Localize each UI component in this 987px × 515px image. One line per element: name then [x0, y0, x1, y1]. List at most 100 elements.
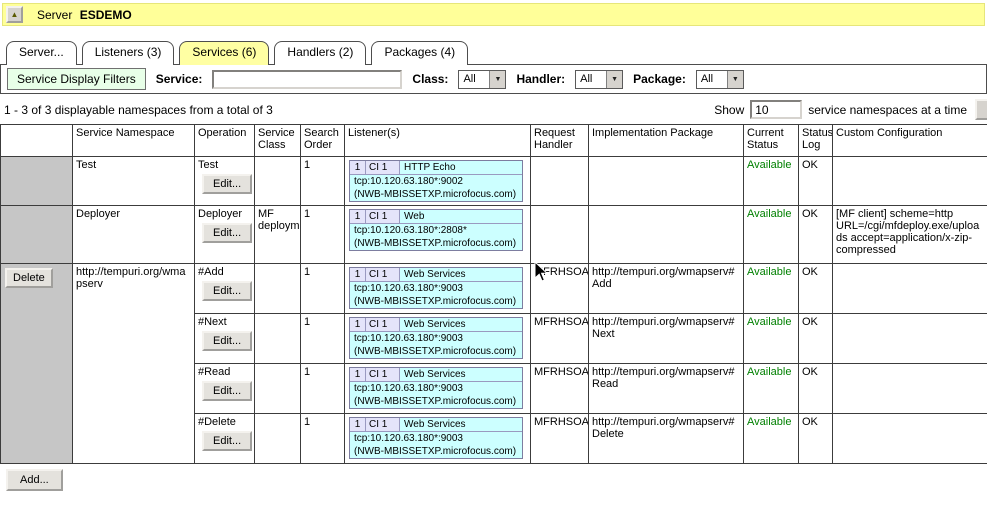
listener-name: HTTP Echo — [400, 161, 522, 174]
edit-button[interactable]: Edit... — [202, 174, 252, 194]
custom-configuration-cell — [833, 364, 987, 414]
edit-button[interactable]: Edit... — [202, 431, 252, 451]
listener-index: 1 — [350, 268, 366, 281]
listener-box: 1 CI 1 HTTP Echo tcp:10.120.63.180*:9002… — [349, 160, 523, 202]
package-filter-select[interactable]: All ▼ — [696, 70, 744, 89]
service-class-cell: MF deployment — [255, 206, 301, 264]
search-order-cell: 1 — [301, 157, 345, 206]
handler-filter-select[interactable]: All ▼ — [575, 70, 623, 89]
services-table: Service Namespace Operation Service Clas… — [0, 124, 987, 464]
listener-box: 1 CI 1 Web tcp:10.120.63.180*:2808* (NWB… — [349, 209, 523, 251]
tab-server[interactable]: Server... — [6, 41, 77, 65]
tab-services[interactable]: Services (6) — [179, 41, 269, 65]
edge-button[interactable] — [975, 99, 987, 120]
chevron-down-icon: ▼ — [606, 71, 622, 88]
custom-configuration-cell — [833, 264, 987, 314]
custom-configuration-cell: [MF client] scheme=http URL=/cgi/mfdeplo… — [833, 206, 987, 264]
collapse-button[interactable]: ▲ — [6, 6, 23, 23]
operation-name: #Next — [198, 316, 251, 328]
edit-button[interactable]: Edit... — [202, 381, 252, 401]
col-header-search-order: Search Order — [301, 125, 345, 157]
custom-configuration-cell — [833, 157, 987, 206]
package-filter-value: All — [697, 71, 727, 88]
col-header-custom-configuration: Custom Configuration — [833, 125, 987, 157]
table-row: Test Test Edit... 1 1 CI 1 HTTP Echo tcp… — [1, 157, 987, 206]
listener-index: 1 — [350, 368, 366, 381]
service-display-filters-bar: Service Display Filters Service: Class: … — [0, 64, 987, 94]
listener-index: 1 — [350, 318, 366, 331]
show-suffix-label: service namespaces at a time — [808, 103, 967, 117]
edit-button[interactable]: Edit... — [202, 223, 252, 243]
listener-name: Web Services — [400, 268, 522, 281]
current-status-cell: Available — [744, 414, 799, 464]
listener-cell: 1 CI 1 Web tcp:10.120.63.180*:2808* (NWB… — [345, 206, 531, 264]
pagination-row: 1 - 3 of 3 displayable namespaces from a… — [0, 94, 987, 124]
tab-packages[interactable]: Packages (4) — [371, 41, 468, 65]
col-header-status-log: Status Log — [799, 125, 833, 157]
listener-cell: 1 CI 1 Web Services tcp:10.120.63.180*:9… — [345, 314, 531, 364]
tab-bar: Server... Listeners (3) Services (6) Han… — [6, 40, 987, 64]
request-handler-cell — [531, 206, 589, 264]
custom-configuration-cell — [833, 414, 987, 464]
request-handler-cell: MFRHSOAP — [531, 364, 589, 414]
operation-name: #Add — [198, 266, 251, 278]
col-header-service-namespace: Service Namespace — [73, 125, 195, 157]
implementation-package-cell: http://tempuri.org/wmapserv#Next — [589, 314, 744, 364]
server-name: ESDEMO — [80, 8, 132, 22]
listener-host: (NWB-MBISSETXP.microfocus.com) — [350, 395, 522, 408]
implementation-package-cell — [589, 206, 744, 264]
show-label: Show — [714, 103, 744, 117]
listener-box: 1 CI 1 Web Services tcp:10.120.63.180*:9… — [349, 417, 523, 459]
listener-address: tcp:10.120.63.180*:9002 — [350, 175, 522, 188]
col-header-current-status: Current Status — [744, 125, 799, 157]
status-log-cell: OK — [799, 414, 833, 464]
status-log-cell: OK — [799, 364, 833, 414]
listener-name: Web Services — [400, 418, 522, 431]
implementation-package-cell: http://tempuri.org/wmapserv#Delete — [589, 414, 744, 464]
status-log-cell: OK — [799, 264, 833, 314]
custom-configuration-cell — [833, 314, 987, 364]
operation-name: Deployer — [198, 208, 251, 220]
service-filter-input[interactable] — [212, 70, 402, 89]
service-class-cell — [255, 314, 301, 364]
tab-handlers[interactable]: Handlers (2) — [274, 41, 366, 65]
search-order-cell: 1 — [301, 414, 345, 464]
add-button[interactable]: Add... — [6, 469, 63, 491]
edit-button[interactable]: Edit... — [202, 281, 252, 301]
listener-cell: 1 CI 1 Web Services tcp:10.120.63.180*:9… — [345, 364, 531, 414]
listener-conn: CI 1 — [366, 368, 400, 381]
class-filter-select[interactable]: All ▼ — [458, 70, 506, 89]
server-header-bar: ▲ Server ESDEMO — [2, 3, 985, 26]
show-count-input[interactable] — [750, 100, 802, 119]
status-log-cell: OK — [799, 314, 833, 364]
package-filter-label: Package: — [633, 72, 686, 86]
delete-button[interactable]: Delete — [5, 268, 53, 288]
col-header-implementation-package: Implementation Package — [589, 125, 744, 157]
current-status-cell: Available — [744, 206, 799, 264]
request-handler-cell: MFRHSOAP — [531, 314, 589, 364]
listener-conn: CI 1 — [366, 318, 400, 331]
col-header-operation: Operation — [195, 125, 255, 157]
col-header-request-handler: Request Handler — [531, 125, 589, 157]
service-class-cell — [255, 264, 301, 314]
operation-cell: #Next Edit... — [195, 314, 255, 364]
listener-index: 1 — [350, 418, 366, 431]
listener-host: (NWB-MBISSETXP.microfocus.com) — [350, 445, 522, 458]
current-status-cell: Available — [744, 314, 799, 364]
implementation-package-cell — [589, 157, 744, 206]
tab-listeners[interactable]: Listeners (3) — [82, 41, 175, 65]
edit-button[interactable]: Edit... — [202, 331, 252, 351]
listener-index: 1 — [350, 210, 366, 223]
col-header-service-class: Service Class — [255, 125, 301, 157]
service-class-cell — [255, 364, 301, 414]
listener-name: Web Services — [400, 318, 522, 331]
listener-address: tcp:10.120.63.180*:9003 — [350, 382, 522, 395]
listener-index: 1 — [350, 161, 366, 174]
server-label: Server — [37, 8, 72, 22]
search-order-cell: 1 — [301, 314, 345, 364]
server-title: Server ESDEMO — [37, 8, 132, 22]
chevron-down-icon: ▼ — [489, 71, 505, 88]
handler-filter-value: All — [576, 71, 606, 88]
listener-box: 1 CI 1 Web Services tcp:10.120.63.180*:9… — [349, 367, 523, 409]
class-filter-value: All — [459, 71, 489, 88]
